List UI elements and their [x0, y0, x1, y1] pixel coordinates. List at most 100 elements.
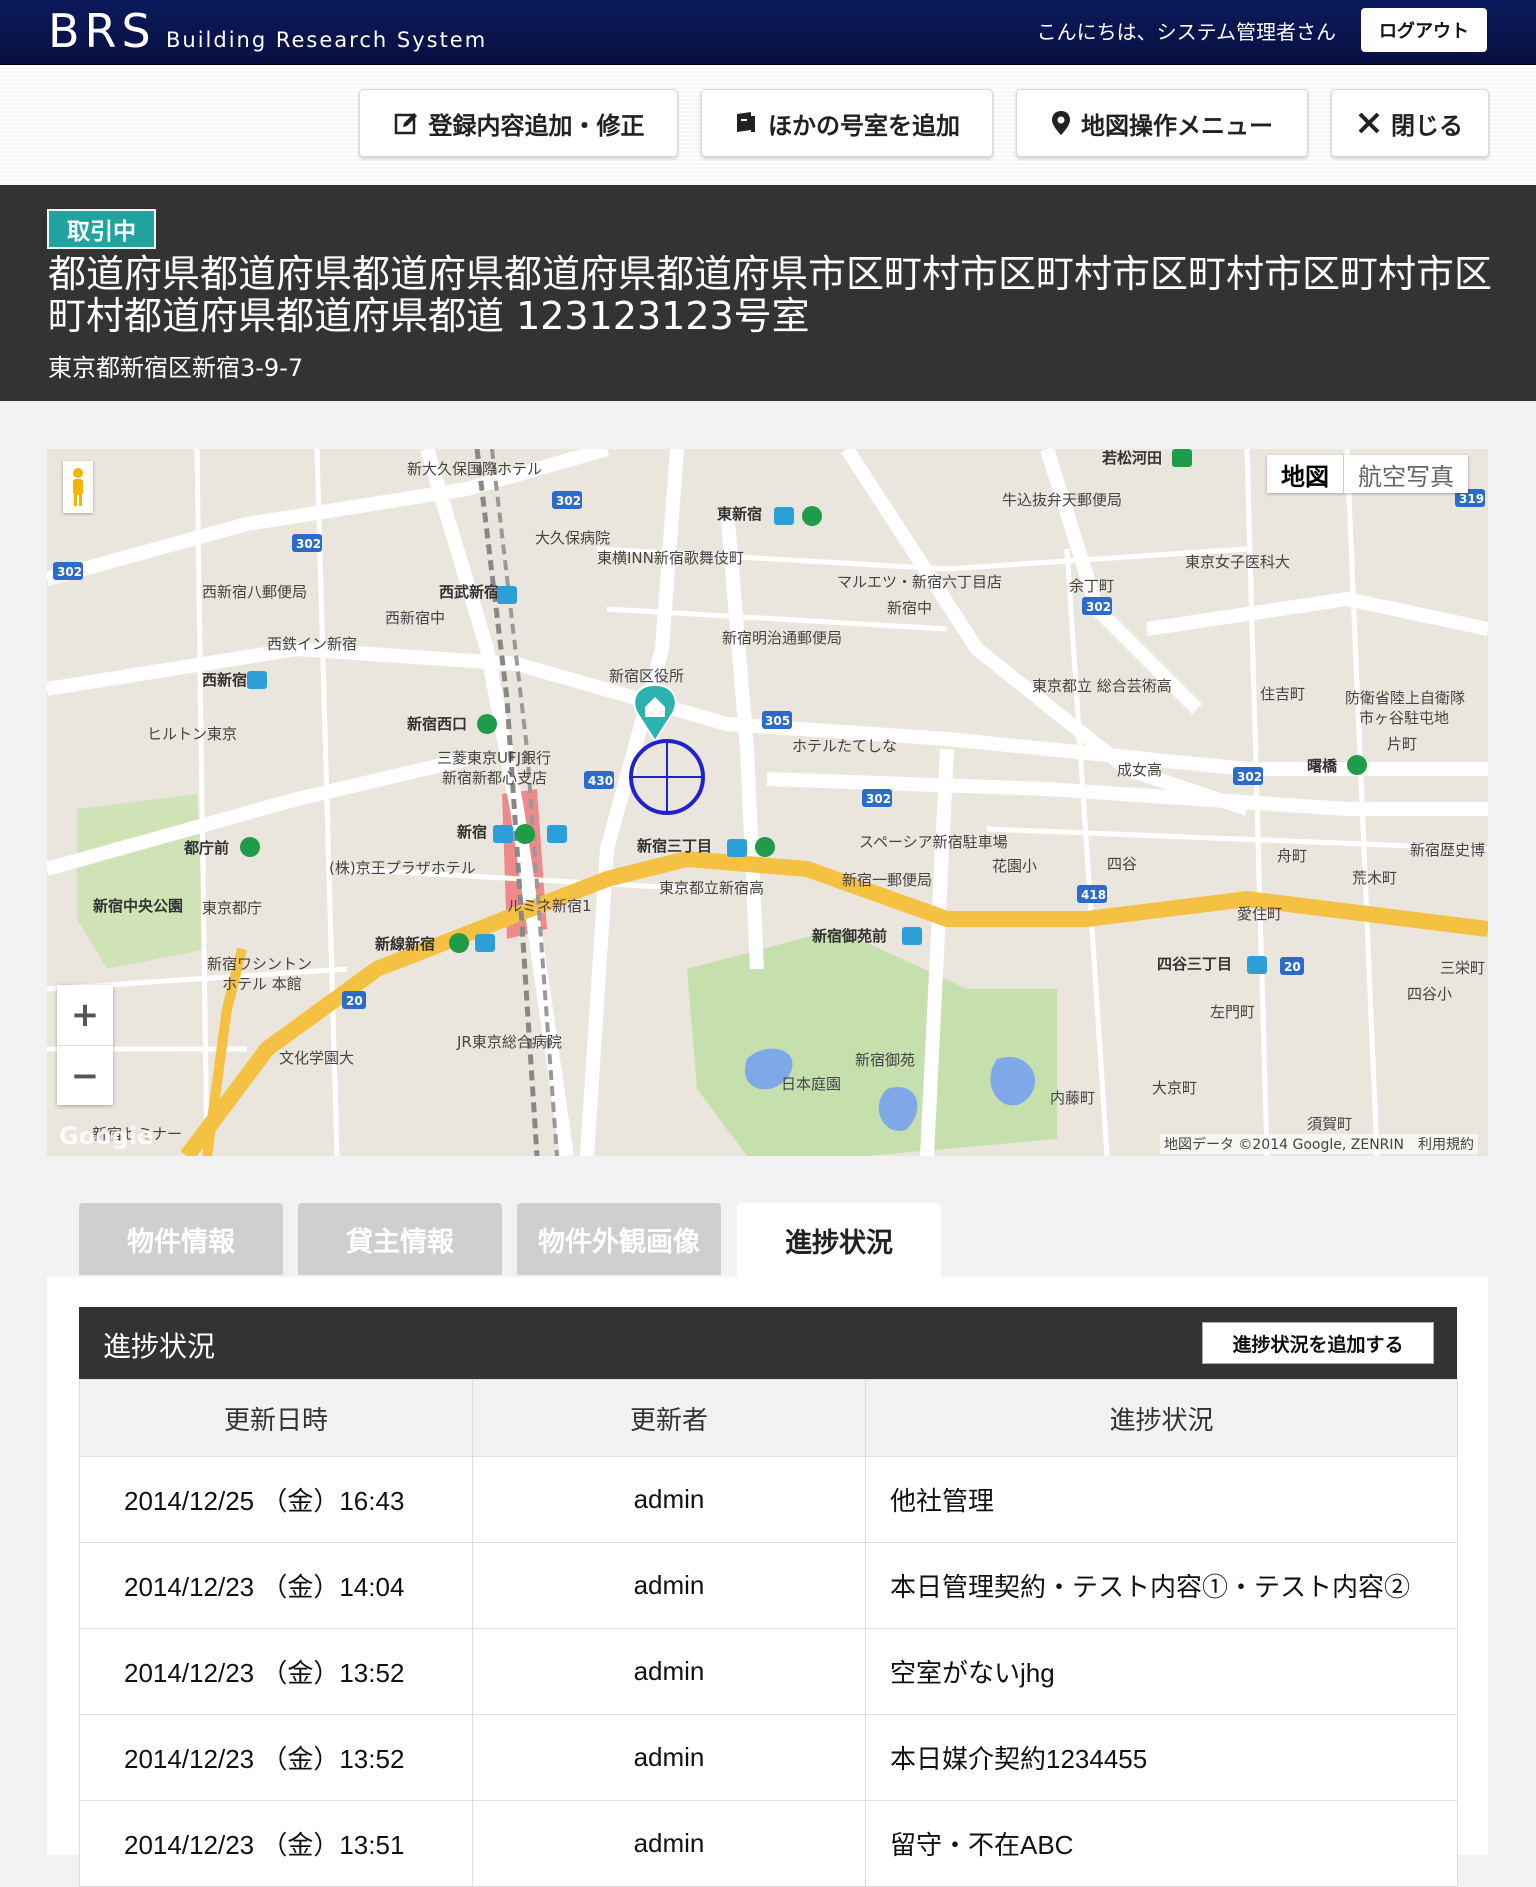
table-row[interactable]: 2014/12/23 （金）13:51 admin 留守・不在ABC [79, 1800, 1458, 1887]
svg-text:新線新宿: 新線新宿 [375, 935, 435, 953]
table-row[interactable]: 2014/12/25 （金）16:43 admin 他社管理 [79, 1456, 1458, 1543]
svg-text:大京町: 大京町 [1152, 1079, 1197, 1097]
cell-updated-by: admin [472, 1628, 866, 1715]
progress-section-title: 進捗状況 [103, 1330, 216, 1363]
svg-text:302: 302 [556, 494, 581, 508]
svg-text:愛住町: 愛住町 [1237, 905, 1282, 923]
svg-text:市ヶ谷駐屯地: 市ヶ谷駐屯地 [1359, 709, 1449, 727]
zoom-out-button[interactable]: − [57, 1045, 113, 1106]
app-logo[interactable]: BRS [48, 4, 156, 58]
svg-text:新宿: 新宿 [457, 823, 487, 841]
cell-status: 他社管理 [865, 1456, 1458, 1543]
map-view[interactable]: 新大久保国際ホテル 若松河田 牛込抜弁天郵便局 東新宿 大久保病院 東横INN新… [47, 449, 1488, 1156]
svg-text:302: 302 [57, 565, 82, 579]
svg-text:左門町: 左門町 [1210, 1003, 1255, 1021]
cell-updated-by: admin [472, 1542, 866, 1629]
table-row[interactable]: 2014/12/23 （金）14:04 admin 本日管理契約・テスト内容①・… [79, 1542, 1458, 1629]
table-row[interactable]: 2014/12/23 （金）13:52 admin 本日媒介契約1234455 [79, 1714, 1458, 1801]
svg-text:新宿ワシントン: 新宿ワシントン [207, 955, 312, 973]
map-type-map-button[interactable]: 地図 [1267, 455, 1343, 493]
cell-updated-at: 2014/12/23 （金）13:52 [79, 1714, 473, 1801]
column-header-updated-at[interactable]: 更新日時 [79, 1379, 473, 1457]
svg-text:荒木町: 荒木町 [1352, 869, 1397, 887]
add-progress-button[interactable]: 進捗状況を追加する [1202, 1322, 1434, 1364]
svg-text:西新宿: 西新宿 [202, 671, 247, 689]
tab-exterior-images[interactable]: 物件外観画像 [517, 1203, 721, 1275]
svg-text:花園小: 花園小 [992, 857, 1037, 875]
svg-text:319: 319 [1459, 492, 1484, 506]
svg-text:防衛省陸上自衛隊: 防衛省陸上自衛隊 [1345, 689, 1465, 707]
svg-text:西鉄イン新宿: 西鉄イン新宿 [267, 635, 357, 653]
svg-text:新大久保国際ホテル: 新大久保国際ホテル [407, 460, 542, 478]
svg-text:新宿御苑前: 新宿御苑前 [812, 927, 887, 945]
map-pin-icon [1051, 110, 1071, 136]
svg-text:住吉町: 住吉町 [1260, 685, 1305, 703]
svg-text:302: 302 [1237, 770, 1262, 784]
cell-updated-by: admin [472, 1714, 866, 1801]
map-menu-button[interactable]: 地図操作メニュー [1016, 89, 1308, 157]
zoom-in-button[interactable]: + [57, 985, 113, 1045]
pegman-icon[interactable] [63, 461, 93, 513]
svg-text:ルミネ新宿1: ルミネ新宿1 [507, 897, 592, 915]
svg-text:四谷小: 四谷小 [1407, 985, 1452, 1003]
svg-text:四谷三丁目: 四谷三丁目 [1157, 955, 1232, 973]
tab-progress[interactable]: 進捗状況 [737, 1203, 941, 1277]
svg-text:西新宿八郵便局: 西新宿八郵便局 [202, 583, 307, 601]
cell-updated-at: 2014/12/23 （金）14:04 [79, 1542, 473, 1629]
svg-text:若松河田: 若松河田 [1101, 449, 1162, 467]
cell-updated-by: admin [472, 1456, 866, 1543]
close-label: 閉じる [1391, 111, 1463, 140]
google-logo: Google [59, 1122, 154, 1150]
tab-property-info[interactable]: 物件情報 [79, 1203, 283, 1275]
svg-text:内藤町: 内藤町 [1050, 1089, 1095, 1107]
cell-status: 留守・不在ABC [865, 1800, 1458, 1887]
svg-text:東京都庁: 東京都庁 [202, 899, 262, 917]
svg-text:新宿中: 新宿中 [887, 599, 932, 617]
edit-icon [393, 110, 419, 136]
map-copyright[interactable]: 地図データ ©2014 Google, ZENRIN 利用規約 [1159, 1134, 1478, 1154]
logout-button[interactable]: ログアウト [1361, 8, 1487, 52]
svg-text:成女高: 成女高 [1117, 761, 1162, 779]
column-header-status[interactable]: 進捗状況 [865, 1379, 1458, 1457]
close-icon [1357, 111, 1381, 135]
svg-text:JR東京総合病院: JR東京総合病院 [456, 1033, 562, 1051]
svg-text:新宿西口: 新宿西口 [407, 715, 467, 733]
map-type-satellite-button[interactable]: 航空写真 [1343, 455, 1468, 493]
edit-registration-button[interactable]: 登録内容追加・修正 [359, 89, 678, 157]
cell-updated-at: 2014/12/23 （金）13:52 [79, 1628, 473, 1715]
progress-table: 更新日時 更新者 進捗状況 2014/12/25 （金）16:43 admin … [79, 1379, 1458, 1887]
svg-text:新宿三丁目: 新宿三丁目 [637, 837, 712, 855]
map-menu-label: 地図操作メニュー [1081, 111, 1273, 140]
table-header-row: 更新日時 更新者 進捗状況 [79, 1379, 1458, 1457]
add-room-label: ほかの号室を追加 [768, 111, 960, 140]
svg-text:舟町: 舟町 [1277, 847, 1307, 865]
add-room-button[interactable]: ほかの号室を追加 [701, 89, 993, 157]
map-canvas[interactable]: 新大久保国際ホテル 若松河田 牛込抜弁天郵便局 東新宿 大久保病院 東横INN新… [47, 449, 1488, 1156]
svg-text:302: 302 [1086, 600, 1111, 614]
close-button[interactable]: 閉じる [1331, 89, 1489, 157]
svg-text:東新宿: 東新宿 [717, 505, 762, 523]
svg-text:(株)京王プラザホテル: (株)京王プラザホテル [329, 859, 476, 877]
svg-text:片町: 片町 [1387, 735, 1417, 753]
svg-text:新宿御苑: 新宿御苑 [855, 1051, 915, 1069]
cell-updated-by: admin [472, 1800, 866, 1887]
svg-text:曙橋: 曙橋 [1307, 757, 1338, 775]
add-room-icon [734, 110, 758, 136]
table-row[interactable]: 2014/12/23 （金）13:52 admin 空室がないjhg [79, 1628, 1458, 1715]
svg-text:文化学園大: 文化学園大 [279, 1049, 354, 1067]
svg-text:305: 305 [765, 714, 790, 728]
svg-text:東横INN新宿歌舞伎町: 東横INN新宿歌舞伎町 [597, 549, 744, 567]
column-header-updated-by[interactable]: 更新者 [472, 1379, 866, 1457]
tab-owner-info[interactable]: 貸主情報 [298, 1203, 502, 1275]
svg-text:新宿一郵便局: 新宿一郵便局 [842, 871, 932, 889]
svg-text:三菱東京UFJ銀行: 三菱東京UFJ銀行 [437, 749, 551, 767]
svg-text:20: 20 [1284, 960, 1301, 974]
progress-section-header: 進捗状況 進捗状況を追加する [79, 1307, 1457, 1379]
svg-text:新宿歴史博: 新宿歴史博 [1410, 841, 1485, 859]
cell-updated-at: 2014/12/23 （金）13:51 [79, 1800, 473, 1887]
page-title: 都道府県都道府県都道府県都道府県都道府県市区町村市区町村市区町村市区町村市区町村… [48, 252, 1493, 338]
user-greeting: こんにちは、システム管理者さん [1036, 20, 1336, 44]
svg-text:牛込抜弁天郵便局: 牛込抜弁天郵便局 [1002, 491, 1122, 509]
svg-text:ヒルトン東京: ヒルトン東京 [147, 725, 237, 743]
map-type-control: 地図 航空写真 [1267, 455, 1468, 493]
